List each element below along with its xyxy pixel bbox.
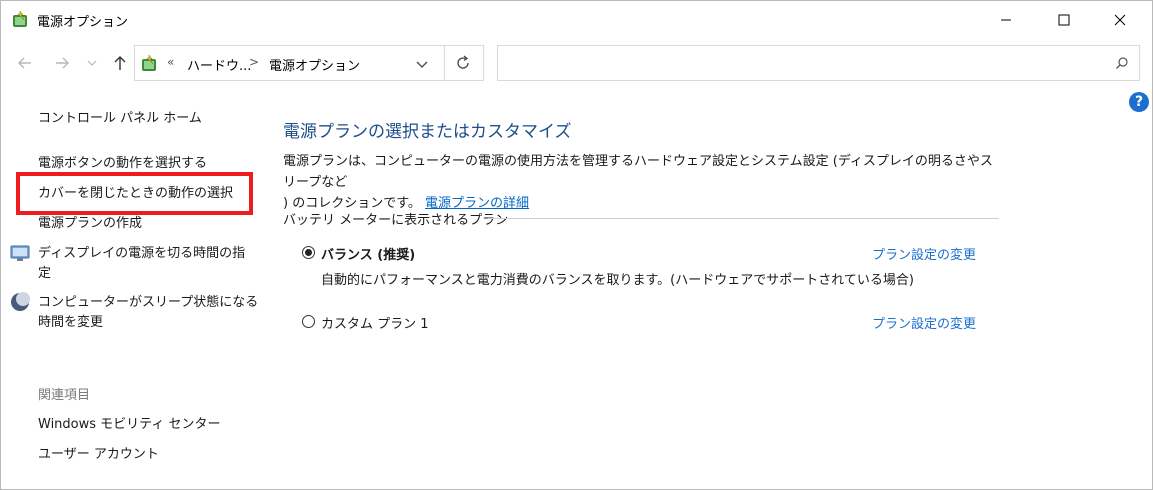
forward-arrow-icon[interactable] — [52, 53, 72, 73]
address-dropdown-chevron-icon[interactable] — [415, 57, 429, 71]
related-heading: 関連項目 — [38, 388, 91, 403]
power-options-window: 電源オプション « ハードウ... > 電源オプション ? コントロール パネル… — [0, 0, 1153, 490]
choose-power-buttons-link[interactable]: 電源ボタンの動作を選択する — [38, 154, 207, 174]
custom-plan-name[interactable]: カスタム プラン 1 — [321, 313, 429, 332]
user-accounts-link[interactable]: ユーザー アカウント — [38, 445, 159, 465]
address-bar[interactable]: « ハードウ... > 電源オプション — [134, 45, 484, 81]
window-title: 電源オプション — [37, 15, 129, 30]
highlight-box — [16, 172, 253, 215]
breadcrumb-hardware[interactable]: ハードウ... — [187, 55, 251, 74]
display-off-time-link-line2[interactable]: 定 — [38, 264, 51, 284]
display-off-time-link[interactable]: ディスプレイの電源を切る時間の指 — [38, 244, 245, 264]
sleep-time-link-line2[interactable]: 時間を変更 — [38, 313, 103, 333]
balanced-plan-settings-link[interactable]: プラン設定の変更 — [872, 244, 976, 263]
search-box[interactable] — [497, 45, 1140, 81]
mobility-center-link[interactable]: Windows モビリティ センター — [38, 415, 221, 435]
balanced-plan-description: 自動的にパフォーマンスと電力消費のバランスを取ります。(ハードウェアでサポートさ… — [321, 273, 914, 288]
page-title: 電源プランの選択またはカスタマイズ — [283, 122, 572, 142]
plans-group-label: バッテリ メーターに表示されるプラン — [283, 213, 509, 228]
balanced-plan-radio[interactable] — [302, 246, 315, 259]
up-arrow-icon[interactable] — [110, 53, 130, 73]
balanced-plan-name[interactable]: バランス (推奨) — [321, 244, 415, 263]
breadcrumb-power-options[interactable]: 電源オプション — [269, 55, 360, 74]
recent-locations-chevron-icon[interactable] — [85, 53, 99, 73]
title-bar: 電源オプション — [1, 1, 1152, 39]
close-icon — [1114, 14, 1126, 26]
sleep-time-link[interactable]: コンピューターがスリープ状態になる — [38, 293, 258, 313]
description: 電源プランは、コンピューターの電源の使用方法を管理するハードウェア設定とシステム… — [283, 151, 1003, 214]
breadcrumb-overflow[interactable]: « — [167, 55, 174, 69]
group-divider — [488, 218, 999, 219]
close-button[interactable] — [1097, 1, 1143, 39]
custom-plan-settings-link[interactable]: プラン設定の変更 — [872, 313, 976, 332]
sleep-moon-icon — [11, 292, 30, 311]
breadcrumb-separator[interactable]: > — [249, 55, 259, 69]
create-power-plan-link[interactable]: 電源プランの作成 — [38, 214, 142, 234]
control-panel-home-link[interactable]: コントロール パネル ホーム — [38, 109, 202, 129]
refresh-icon[interactable] — [454, 54, 472, 72]
help-icon[interactable]: ? — [1129, 92, 1149, 112]
minimize-button[interactable] — [983, 1, 1029, 39]
maximize-button[interactable] — [1041, 1, 1087, 39]
search-icon[interactable] — [1115, 56, 1129, 70]
maximize-icon — [1058, 14, 1070, 26]
back-arrow-icon[interactable] — [15, 53, 35, 73]
description-line1: 電源プランは、コンピューターの電源の使用方法を管理するハードウェア設定とシステム… — [283, 154, 993, 190]
display-monitor-icon — [10, 245, 30, 261]
address-divider — [444, 46, 445, 80]
custom-plan-radio[interactable] — [302, 315, 315, 328]
minimize-icon — [1001, 19, 1011, 21]
power-options-icon — [13, 10, 27, 27]
control-panel-icon — [142, 54, 156, 71]
